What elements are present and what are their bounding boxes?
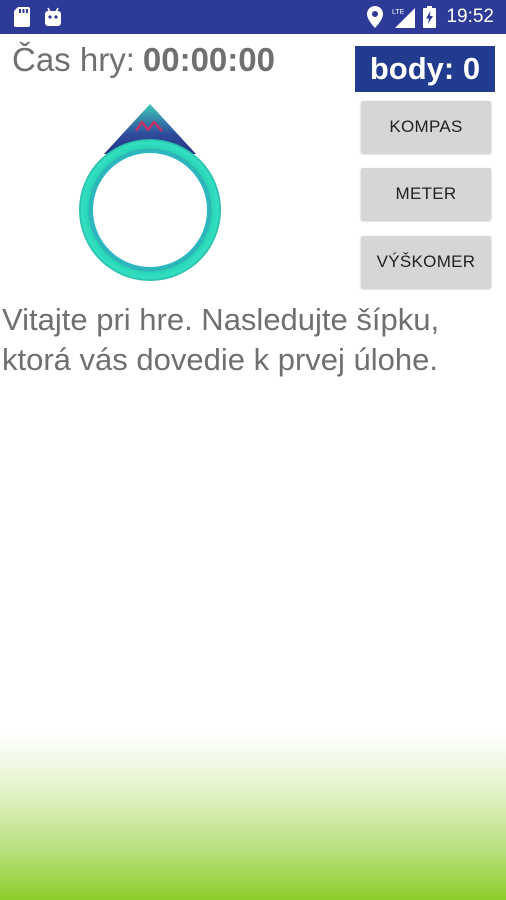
battery-charging-icon bbox=[423, 6, 437, 28]
compass-icon bbox=[79, 104, 221, 281]
location-icon bbox=[367, 6, 384, 28]
lte-signal-icon: LTE bbox=[391, 6, 416, 28]
game-timer: Čas hry: 00:00:00 bbox=[12, 40, 275, 80]
timer-value: 00:00:00 bbox=[142, 41, 275, 78]
svg-text:LTE: LTE bbox=[392, 9, 405, 16]
android-icon bbox=[44, 7, 62, 27]
welcome-message: Vitajte pri hre. Nasledujte šípku, ktorá… bbox=[2, 302, 440, 377]
kompas-button[interactable]: KOMPAS bbox=[361, 101, 491, 153]
status-bar-right: LTE 19:52 bbox=[367, 6, 494, 28]
sd-card-icon bbox=[14, 7, 30, 27]
score-badge: body: 0 bbox=[355, 46, 495, 92]
vyskomer-button[interactable]: VÝŠKOMER bbox=[361, 236, 491, 288]
status-bar-left bbox=[14, 7, 62, 27]
status-bar: LTE 19:52 bbox=[0, 0, 506, 34]
bottom-gradient bbox=[0, 732, 506, 900]
meter-button[interactable]: METER bbox=[361, 168, 491, 220]
timer-label: Čas hry: bbox=[12, 41, 135, 78]
status-time: 19:52 bbox=[446, 6, 494, 27]
compass-widget bbox=[76, 100, 226, 284]
